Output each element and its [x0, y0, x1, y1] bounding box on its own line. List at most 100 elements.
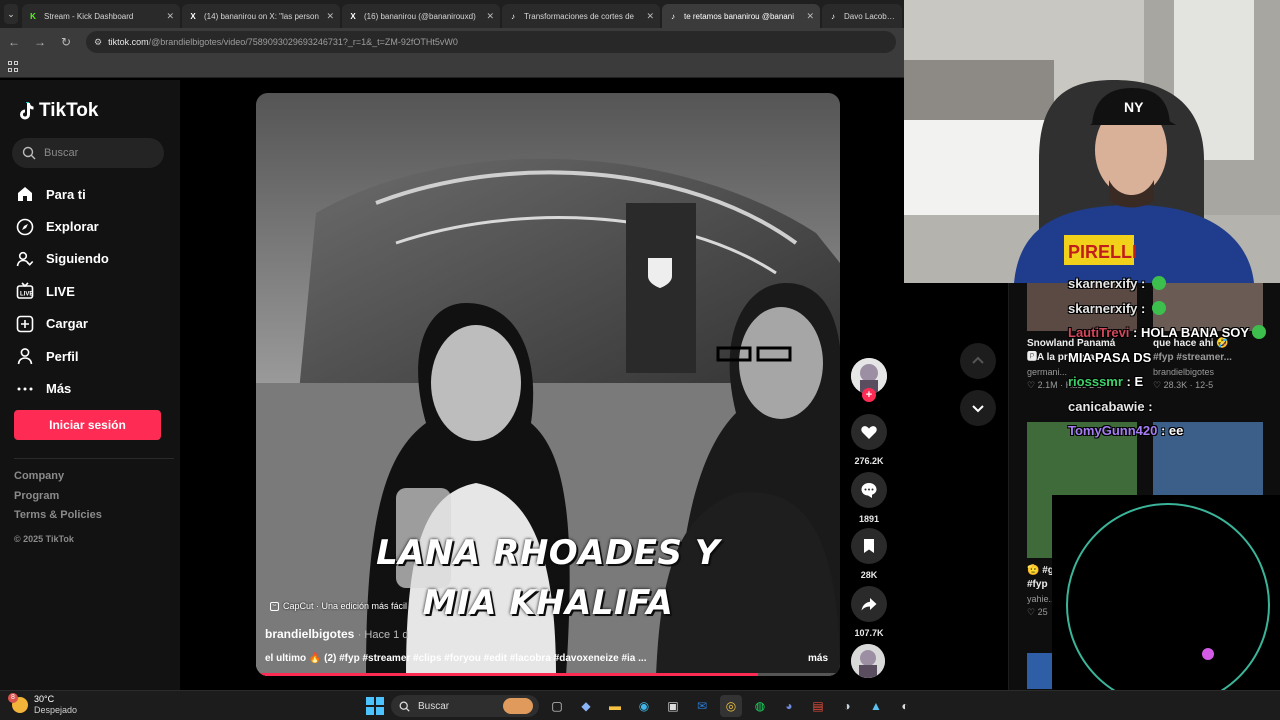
chat-username[interactable]: riosssmr [1068, 374, 1123, 389]
comment-action[interactable]: 1891 [851, 472, 887, 524]
browser-tab[interactable]: X (16) bananirou (@bananirouxd) ✕ [342, 4, 500, 28]
bookmark-icon [864, 539, 874, 553]
tab-favicon-icon: ♪ [511, 11, 515, 21]
tiktok-note-icon [20, 102, 34, 120]
reload-button[interactable]: ↻ [54, 30, 78, 54]
tab-close-icon[interactable]: ✕ [646, 11, 654, 22]
sidebar-item-cargar[interactable]: Cargar [16, 308, 109, 340]
follow-plus-button[interactable]: + [862, 388, 876, 402]
related-subtitle: #fyp #streamer... [1153, 352, 1232, 363]
browser-tab[interactable]: ♪ te retamos bananirou @banani ✕ [662, 4, 820, 28]
bookmarks-bar [0, 56, 904, 78]
sidebar-item-perfil[interactable]: Perfil [16, 340, 109, 372]
video-caption-line1: LANA RHOADES Y [376, 533, 720, 573]
chat-message: skarnerxify : [1068, 300, 1166, 316]
tab-close-icon[interactable]: ✕ [166, 11, 174, 22]
chat-message: riosssmr : E [1068, 374, 1143, 389]
discord-icon[interactable]: ◕ [778, 695, 800, 717]
steam-icon[interactable]: ◑ [836, 695, 858, 717]
capcut-badge[interactable]: ✂ CapCut · Una edición más fácil [270, 601, 407, 611]
site-info-icon[interactable]: ⚙ [94, 37, 102, 48]
video-author[interactable]: brandielbigotes · Hace 1 d [265, 627, 408, 641]
weather-widget[interactable]: 8 30°C Despejado [8, 693, 78, 716]
chat-message: skarnerxify : [1068, 276, 1166, 291]
tiktok-logo[interactable]: TikTok [16, 100, 98, 122]
ring-graphic [1066, 503, 1270, 707]
taskbar-search[interactable]: Buscar [391, 695, 539, 717]
chat-username[interactable]: TomyGunn420 [1068, 423, 1157, 438]
heart-outline-icon: ♡ [1153, 380, 1164, 390]
obs-icon[interactable]: ◐ [894, 695, 916, 717]
save-action[interactable]: 28K [851, 528, 887, 580]
arrow-left-icon: ← [8, 35, 20, 49]
save-count: 28K [860, 570, 878, 580]
tab-title: Stream - Kick Dashboard [44, 11, 134, 21]
footer-link-terms[interactable]: Terms & Policies [14, 509, 102, 529]
chat-emote-icon [1252, 325, 1267, 339]
svg-text:PIRELLI: PIRELLI [1068, 242, 1137, 262]
outlook-icon[interactable]: ✉ [691, 695, 713, 717]
windows-start-icon[interactable] [366, 697, 384, 715]
url-path: /@brandielbigotes/video/7589093029693246… [148, 37, 458, 47]
sidebar-search[interactable] [12, 138, 164, 168]
windows-taskbar: 8 30°C Despejado Buscar ▢ ◆ ▬ ◉ ▣ ✉ ◎ ◍ … [0, 690, 1280, 720]
tab-close-icon[interactable]: ✕ [486, 11, 494, 22]
taskbar-search-label: Buscar [418, 700, 450, 712]
spotify-icon[interactable]: ◍ [749, 695, 771, 717]
store-icon[interactable]: ▣ [662, 695, 684, 717]
sidebar-item-live[interactable]: LIVE LIVE [16, 275, 109, 307]
video-player[interactable]: LANA RHOADES Y MIA KHALIFA ✂ CapCut · Un… [256, 93, 840, 676]
sidebar-item-mas[interactable]: Más [16, 372, 109, 404]
apps-grid-icon[interactable] [8, 61, 19, 72]
edge-icon[interactable]: ◉ [633, 695, 655, 717]
tab-close-icon[interactable]: ✕ [806, 11, 814, 22]
address-bar[interactable]: ⚙ tiktok.com/@brandielbigotes/video/7589… [86, 31, 896, 53]
chat-username[interactable]: canicabawie [1068, 399, 1145, 414]
chat-username[interactable]: skarnerxify [1068, 301, 1137, 316]
search-input[interactable] [44, 147, 154, 159]
tab-close-icon[interactable]: ✕ [326, 11, 334, 22]
tab-title: (14) bananirou on X: "las person [204, 11, 319, 21]
live-tv-icon: LIVE [16, 282, 33, 300]
browser-tab[interactable]: ♪ Davo Lacobra: Lo [822, 4, 902, 28]
footer-link-program[interactable]: Program [14, 490, 102, 510]
file-explorer-icon[interactable]: ▬ [604, 695, 626, 717]
more-link[interactable]: más [808, 653, 828, 664]
chat-username[interactable]: LautiTrevi [1068, 325, 1129, 340]
compass-icon [16, 218, 34, 235]
video-description[interactable]: el ultimo 🔥 (2) #fyp #streamer #clips #f… [265, 653, 785, 664]
chat-username[interactable]: skarnerxify [1068, 276, 1137, 291]
chrome-icon[interactable]: ◎ [720, 695, 742, 717]
task-view-icon[interactable]: ▢ [546, 695, 568, 717]
ring-circle [1066, 503, 1270, 707]
webcam-image: PIRELLI NY [904, 0, 1280, 283]
like-action[interactable]: 276.2K [851, 414, 887, 466]
author-name[interactable]: brandielbigotes [265, 627, 354, 641]
photos-icon[interactable]: ▲ [865, 695, 887, 717]
sidebar-item-siguiendo[interactable]: Siguiendo [16, 243, 109, 275]
heart-outline-icon: ♡ [1027, 607, 1038, 617]
footer-link-company[interactable]: Company [14, 470, 102, 490]
related-ago: 12-5 [1195, 380, 1214, 390]
back-button[interactable]: ← [2, 30, 26, 54]
tab-favicon-icon: K [30, 11, 36, 21]
sidebar-item-para-ti[interactable]: Para ti [16, 178, 109, 210]
tab-search-menu[interactable]: ⌄ [4, 4, 18, 24]
next-video-button[interactable] [960, 390, 996, 426]
previous-video-button[interactable] [960, 343, 996, 379]
weather-condition: Despejado [34, 705, 78, 715]
forward-button[interactable]: → [28, 30, 52, 54]
browser-tab[interactable]: X (14) bananirou on X: "las person ✕ [182, 4, 340, 28]
copilot-icon[interactable]: ◆ [575, 695, 597, 717]
browser-tab[interactable]: ♪ Transformaciones de cortes de ✕ [502, 4, 660, 28]
login-button[interactable]: Iniciar sesión [14, 410, 161, 440]
app-icon[interactable]: ▤ [807, 695, 829, 717]
sidebar-item-explorar[interactable]: Explorar [16, 210, 109, 242]
browser-tab[interactable]: K Stream - Kick Dashboard ✕ [22, 4, 180, 28]
music-disc-avatar[interactable] [851, 644, 885, 678]
video-progress-bar[interactable] [256, 673, 840, 676]
share-action[interactable]: 107.7K [851, 586, 887, 638]
heart-icon [861, 426, 877, 439]
logo-text: TikTok [39, 100, 99, 121]
chat-message: LautiTrevi : HOLA BANA SOY [1068, 325, 1267, 340]
